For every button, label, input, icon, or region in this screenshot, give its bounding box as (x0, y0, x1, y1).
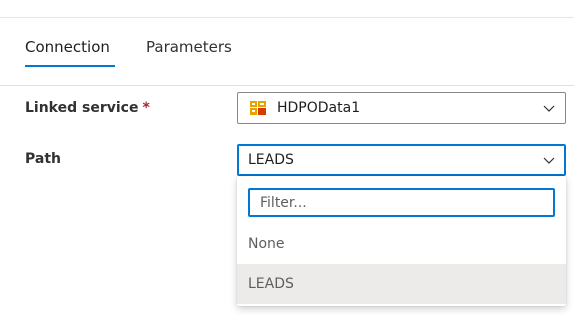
tab-bar: Connection Parameters (0, 18, 574, 86)
path-dropdown-menu: None LEADS (237, 176, 566, 306)
tab-parameters[interactable]: Parameters (146, 38, 232, 56)
tab-connection[interactable]: Connection (25, 38, 110, 56)
filter-input[interactable] (248, 188, 555, 217)
chevron-down-icon (543, 105, 555, 112)
linked-service-select[interactable]: HDPOData1 (237, 92, 566, 124)
dataset-settings-panel: Connection Parameters Linked service * HD… (0, 0, 574, 315)
path-value: LEADS (248, 152, 294, 168)
required-indicator: * (142, 100, 150, 116)
odata-service-icon (250, 101, 266, 115)
dropdown-option-leads[interactable]: LEADS (237, 264, 566, 304)
active-tab-indicator (25, 65, 115, 67)
chevron-down-icon (543, 157, 555, 164)
tab-bar-divider (0, 85, 574, 86)
path-select[interactable]: LEADS (237, 144, 566, 176)
linked-service-label: Linked service * (25, 100, 150, 116)
path-label: Path (25, 151, 61, 167)
dropdown-option-none[interactable]: None (237, 224, 566, 264)
linked-service-label-text: Linked service (25, 100, 139, 116)
linked-service-value: HDPOData1 (277, 100, 361, 116)
